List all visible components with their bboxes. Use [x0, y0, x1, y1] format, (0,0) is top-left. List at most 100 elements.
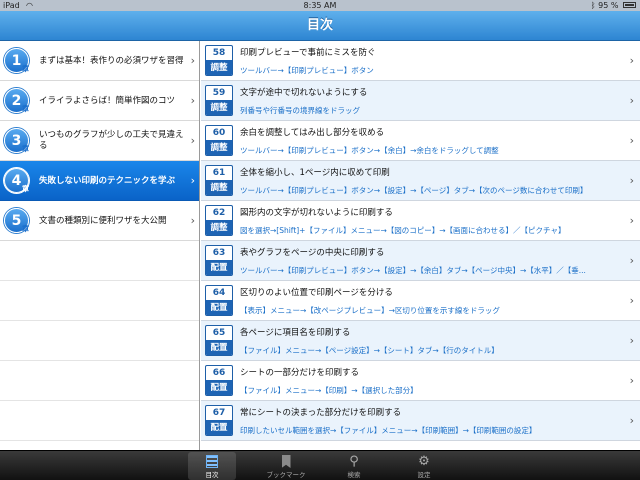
section-number: 65 [212, 328, 226, 338]
section-badge: 62 調整 [205, 205, 233, 236]
tab-search[interactable]: ⚲ 検索 [330, 452, 378, 480]
tab-label: 設定 [417, 471, 431, 479]
chevron-right-icon: › [629, 334, 634, 347]
section-title: 全体を縮小し、1ページ内に収めて印刷 [240, 168, 390, 178]
section-row-65[interactable]: 65 配置 各ページに項目名を印刷する 【ファイル】メニュー→【ページ設定】→【シ… [201, 321, 640, 361]
battery-percent: 95 % [598, 1, 619, 10]
chevron-right-icon: › [629, 134, 634, 147]
section-steps: 【表示】メニュー→【改ページプレビュー】→区切り位置を示す線をドラッグ [240, 306, 500, 315]
empty-row [0, 401, 199, 441]
battery-icon [623, 1, 636, 8]
status-bar: iPad ◠ 8:35 AM ᛒ 95 % [0, 0, 640, 11]
section-badge: 63 配置 [205, 245, 233, 276]
section-title: 表やグラフをページの中央に印刷する [240, 248, 385, 258]
section-number: 61 [212, 168, 226, 178]
gear-icon: ⚙ [418, 454, 430, 469]
section-number: 58 [212, 48, 226, 58]
section-title: 余白を調整してはみ出し部分を収める [240, 128, 385, 138]
chevron-right-icon: › [629, 374, 634, 387]
tab-settings[interactable]: ⚙ 設定 [400, 452, 448, 480]
section-steps: 図を選択→[Shift]+【ファイル】メニュー→【図のコピー】→【画面に合わせる… [240, 226, 566, 235]
section-title: 印刷プレビューで事前にミスを防ぐ [240, 48, 376, 58]
section-steps: ツールバー→【印刷プレビュー】ボタン→【余白】→余白をドラッグして調整 [240, 146, 499, 155]
section-badge: 59 調整 [205, 85, 233, 116]
section-category: 配置 [206, 300, 232, 315]
section-steps: ツールバー→【印刷プレビュー】ボタン→【設定】→【ページ】タブ→【次のページ数に… [240, 186, 588, 195]
tab-label: ブックマーク [266, 471, 306, 479]
section-number: 63 [212, 248, 226, 258]
chevron-right-icon: › [629, 294, 634, 307]
chevron-right-icon: › [629, 94, 634, 107]
section-row-60[interactable]: 60 調整 余白を調整してはみ出し部分を収める ツールバー→【印刷プレビュー】ボタ… [201, 121, 640, 161]
chapter-suffix: 章 [22, 65, 29, 73]
section-category: 調整 [206, 60, 232, 75]
chevron-right-icon: › [190, 134, 195, 147]
chapter-suffix: 章 [22, 145, 29, 153]
chapter-sidebar: 1 章 まずは基本！表作りの必須ワザを習得 › 2 章 イライラよさらば！簡単作… [0, 41, 200, 450]
chapter-item-3[interactable]: 3 章 いつものグラフが少しの工夫で見違える › [0, 121, 199, 161]
chapter-title: いつものグラフが少しの工夫で見違える [39, 130, 184, 151]
section-number: 59 [212, 88, 226, 98]
section-title: 常にシートの決まった部分だけを印刷する [240, 408, 402, 418]
tab-bookmarks[interactable]: ブックマーク [262, 452, 310, 480]
chevron-right-icon: › [190, 94, 195, 107]
section-category: 配置 [206, 420, 232, 435]
status-time: 8:35 AM [303, 1, 337, 10]
chevron-right-icon: › [190, 214, 195, 227]
chapter-suffix: 章 [22, 105, 29, 113]
section-row-64[interactable]: 64 配置 区切りのよい位置で印刷ページを分ける 【表示】メニュー→【改ページプレ… [201, 281, 640, 321]
section-category: 配置 [206, 260, 232, 275]
section-badge: 58 調整 [205, 45, 233, 76]
section-title: 各ページに項目名を印刷する [240, 328, 351, 338]
section-steps: ツールバー→【印刷プレビュー】ボタン [240, 66, 374, 75]
section-title: 図形内の文字が切れないように印刷する [240, 208, 393, 218]
section-row-62[interactable]: 62 調整 図形内の文字が切れないように印刷する 図を選択→[Shift]+【ファ… [201, 201, 640, 241]
empty-row [0, 321, 199, 361]
chapter-title: まずは基本！表作りの必須ワザを習得 [39, 55, 184, 66]
section-number: 64 [212, 288, 226, 298]
section-category: 調整 [206, 220, 232, 235]
section-row-66[interactable]: 66 配置 シートの一部分だけを印刷する 【ファイル】メニュー→【印刷】→【選択し… [201, 361, 640, 401]
empty-row [0, 361, 199, 401]
chevron-right-icon: › [629, 174, 634, 187]
section-row-63[interactable]: 63 配置 表やグラフをページの中央に印刷する ツールバー→【印刷プレビュー】ボタ… [201, 241, 640, 281]
search-icon: ⚲ [349, 454, 359, 469]
section-row-67[interactable]: 67 配置 常にシートの決まった部分だけを印刷する 印刷したいセル範囲を選択→【フ… [201, 401, 640, 441]
section-title: シートの一部分だけを印刷する [240, 368, 360, 378]
section-number: 67 [212, 408, 226, 418]
chapter-item-4-selected[interactable]: 4 章 失敗しない印刷のテクニックを学ぶ › [0, 161, 199, 201]
chapter-suffix: 章 [22, 185, 29, 193]
navigation-bar: 目次 [0, 11, 640, 41]
list-icon [188, 452, 236, 471]
bookmark-icon [262, 452, 310, 471]
section-badge: 61 調整 [205, 165, 233, 196]
empty-row [0, 281, 199, 321]
battery-indicator: ᛒ 95 % [591, 0, 636, 11]
chapter-suffix: 章 [22, 225, 29, 233]
empty-row [0, 241, 199, 281]
section-category: 配置 [206, 340, 232, 355]
section-steps: 列番号や行番号の境界線をドラッグ [240, 106, 360, 115]
chapter-item-1[interactable]: 1 章 まずは基本！表作りの必須ワザを習得 › [0, 41, 199, 81]
section-row-58[interactable]: 58 調整 印刷プレビューで事前にミスを防ぐ ツールバー→【印刷プレビュー】ボタン… [201, 41, 640, 81]
section-number: 62 [212, 208, 226, 218]
section-steps: 印刷したいセル範囲を選択→【ファイル】メニュー→【印刷範囲】→【印刷範囲の設定】 [240, 426, 537, 435]
tab-contents[interactable]: 目次 [188, 452, 236, 480]
chapter-title: 文書の種類別に便利ワザを大公開 [39, 215, 167, 226]
chapter-title: イライラよさらば！簡単作図のコツ [39, 95, 176, 106]
section-number: 60 [212, 128, 226, 138]
section-badge: 60 調整 [205, 125, 233, 156]
section-category: 調整 [206, 180, 232, 195]
tab-bar: 目次 ブックマーク ⚲ 検索 ⚙ 設定 [0, 450, 640, 480]
chapter-item-5[interactable]: 5 章 文書の種類別に便利ワザを大公開 › [0, 201, 199, 241]
chevron-right-icon: › [190, 174, 195, 187]
section-category: 調整 [206, 140, 232, 155]
section-row-59[interactable]: 59 調整 文字が途中で切れないようにする 列番号や行番号の境界線をドラッグ › [201, 81, 640, 121]
section-steps: 【ファイル】メニュー→【ページ設定】→【シート】タブ→【行のタイトル】 [240, 346, 499, 355]
section-badge: 64 配置 [205, 285, 233, 316]
chapter-item-2[interactable]: 2 章 イライラよさらば！簡単作図のコツ › [0, 81, 199, 121]
chevron-right-icon: › [629, 254, 634, 267]
section-row-61[interactable]: 61 調整 全体を縮小し、1ページ内に収めて印刷 ツールバー→【印刷プレビュー】ボ… [201, 161, 640, 201]
section-row-partial[interactable] [201, 441, 640, 450]
section-badge: 66 配置 [205, 365, 233, 396]
